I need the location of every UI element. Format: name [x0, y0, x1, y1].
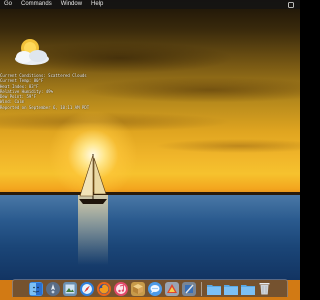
- trash-icon[interactable]: [258, 282, 272, 296]
- xcode-icon[interactable]: [181, 281, 196, 296]
- partly-cloudy-icon: [15, 39, 49, 65]
- menu-window[interactable]: Window: [61, 0, 82, 9]
- menu-help[interactable]: Help: [91, 0, 103, 9]
- messages-icon[interactable]: [147, 281, 162, 296]
- menu-commands[interactable]: Commands: [21, 0, 52, 9]
- launchpad-icon[interactable]: [45, 281, 60, 296]
- safari-icon[interactable]: [79, 281, 94, 296]
- finder-icon[interactable]: [28, 281, 43, 296]
- sailboat-image: [79, 154, 107, 204]
- menu-extra-icon[interactable]: [288, 1, 294, 8]
- menu-bar: Go Commands Window Help: [0, 0, 300, 9]
- firefox-icon[interactable]: [96, 281, 111, 296]
- weather-line-reported: Reported on September 6, 10:11 AM PDT: [0, 104, 90, 110]
- weather-conditions: Current Conditions: Scattered Clouds Curr…: [0, 73, 89, 110]
- dock: [12, 279, 288, 297]
- wallpaper-sea: [0, 195, 300, 280]
- menu-go[interactable]: Go: [4, 0, 12, 9]
- preview-icon[interactable]: [62, 281, 77, 296]
- box-app-icon[interactable]: [130, 281, 145, 296]
- applications-folder-icon[interactable]: [206, 282, 221, 296]
- dock-separator: [200, 281, 202, 296]
- downloads-folder-icon[interactable]: [240, 282, 255, 296]
- itunes-icon[interactable]: [113, 281, 128, 296]
- documents-folder-icon[interactable]: [223, 282, 238, 296]
- sling-icon[interactable]: [164, 281, 179, 296]
